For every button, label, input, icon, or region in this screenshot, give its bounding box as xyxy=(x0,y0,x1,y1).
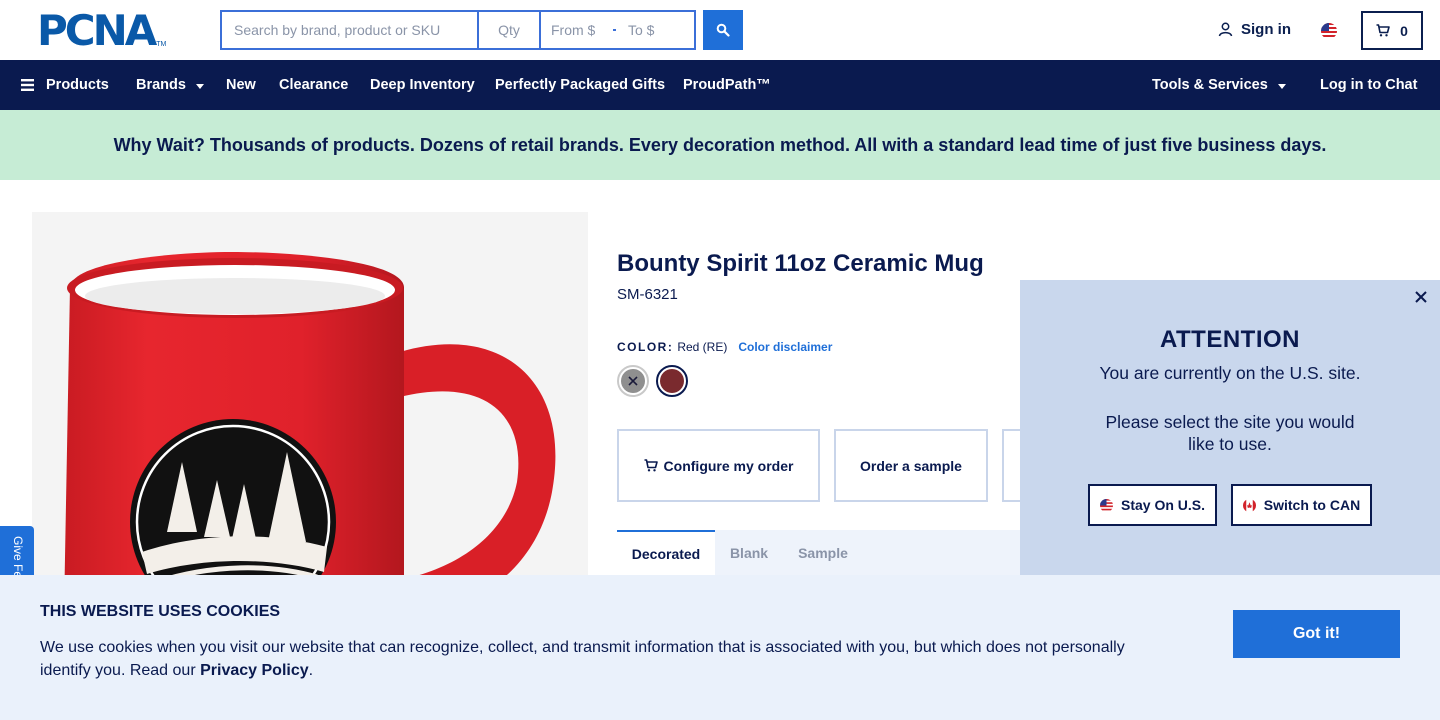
color-row: COLOR: Red (RE) Color disclaimer xyxy=(617,340,832,354)
nav-tools-label: Tools & Services xyxy=(1152,77,1268,93)
cookie-banner: THIS WEBSITE USES COOKIES We use cookies… xyxy=(0,575,1440,720)
swatch-gray-fill xyxy=(621,369,645,393)
tab-blank-label: Blank xyxy=(729,544,769,561)
page: PCNA TM Sign in xyxy=(0,0,1440,720)
close-icon xyxy=(1415,291,1427,303)
cart-icon xyxy=(644,459,658,472)
nav-brands[interactable]: Brands xyxy=(136,60,204,110)
product-title: Bounty Spirit 11oz Ceramic Mug xyxy=(617,250,984,277)
chevron-down-icon xyxy=(195,84,204,89)
cart-icon xyxy=(1376,24,1390,37)
nav-proudpath[interactable]: ProudPath™ xyxy=(683,60,771,110)
swatch-gray[interactable] xyxy=(617,365,649,397)
search-input[interactable] xyxy=(222,12,479,48)
nav-deep-inventory-label: Deep Inventory xyxy=(370,77,475,93)
us-flag-icon[interactable] xyxy=(1321,23,1337,39)
popup-current-site: You are currently on the U.S. site. xyxy=(1099,363,1361,383)
switch-can-button[interactable]: Switch to CAN xyxy=(1231,484,1372,526)
stay-us-button[interactable]: Stay On U.S. xyxy=(1088,484,1217,526)
nav-clearance-label: Clearance xyxy=(279,77,349,93)
nav-brands-label: Brands xyxy=(136,77,186,93)
configure-order-button[interactable]: Configure my order xyxy=(617,429,820,502)
tab-sample-label: Sample xyxy=(798,544,848,561)
tab-sample[interactable]: Sample xyxy=(783,530,863,575)
cookie-text: We use cookies when you visit our websit… xyxy=(40,636,1160,682)
color-label: COLOR: xyxy=(617,340,674,354)
range-dash xyxy=(613,29,616,31)
nav-gifts-label: Perfectly Packaged Gifts xyxy=(495,77,666,93)
order-sample-button[interactable]: Order a sample xyxy=(834,429,988,502)
chevron-down-icon xyxy=(1277,84,1286,89)
price-range xyxy=(541,12,694,48)
nav-deep-inventory[interactable]: Deep Inventory xyxy=(370,60,475,110)
canada-flag-icon xyxy=(1242,498,1256,512)
nav-new[interactable]: New xyxy=(226,60,256,110)
popup-title: ATTENTION xyxy=(1159,326,1301,353)
tab-decorated-label: Decorated xyxy=(631,545,701,562)
tab-decorated[interactable]: Decorated xyxy=(617,530,715,575)
tab-blank[interactable]: Blank xyxy=(715,530,783,575)
nav-new-label: New xyxy=(226,77,256,93)
swatch-red[interactable] xyxy=(656,365,688,397)
main-nav: Products Brands New Clearance Deep Inven… xyxy=(0,60,1440,110)
product-sku: SM-6321 xyxy=(617,286,678,303)
color-value: Red (RE) xyxy=(677,340,728,354)
cart-button[interactable]: 0 xyxy=(1361,11,1423,50)
cookie-title: THIS WEBSITE USES COOKIES xyxy=(40,603,281,620)
logo-text: PCNA xyxy=(37,6,157,55)
switch-can-label: Switch to CAN xyxy=(1263,497,1361,513)
close-icon xyxy=(628,376,638,386)
nav-tools-services[interactable]: Tools & Services xyxy=(1152,60,1286,110)
banner-text: Why Wait? Thousands of products. Dozens … xyxy=(113,134,1327,155)
nav-clearance[interactable]: Clearance xyxy=(279,60,348,110)
search-button[interactable] xyxy=(703,10,743,50)
nav-products[interactable]: Products xyxy=(21,60,109,110)
price-from-input[interactable] xyxy=(551,22,607,38)
qty-input[interactable] xyxy=(479,12,541,48)
logo-trademark: TM xyxy=(156,41,167,48)
nav-products-label: Products xyxy=(46,77,109,93)
pcna-logo[interactable]: PCNA TM xyxy=(37,6,167,55)
popup-instruction: Please select the site you would like to… xyxy=(1105,412,1355,454)
order-sample-label: Order a sample xyxy=(860,457,962,474)
promo-banner: Why Wait? Thousands of products. Dozens … xyxy=(0,110,1440,180)
user-icon xyxy=(1218,22,1233,37)
sign-in-link[interactable]: Sign in xyxy=(1218,21,1291,38)
menu-icon xyxy=(21,79,34,91)
configure-order-label: Configure my order xyxy=(663,457,794,474)
search-icon xyxy=(716,23,730,37)
cookie-period: . xyxy=(308,662,314,679)
cart-count: 0 xyxy=(1400,22,1408,39)
nav-chat-login[interactable]: Log in to Chat xyxy=(1320,60,1417,110)
us-flag-icon xyxy=(1099,498,1113,512)
swatch-red-fill xyxy=(660,369,684,393)
close-popup-button[interactable] xyxy=(1412,288,1430,306)
cookie-accept-button[interactable]: Got it! xyxy=(1233,610,1400,658)
search-bar xyxy=(220,10,696,50)
color-disclaimer-link[interactable]: Color disclaimer xyxy=(738,340,832,354)
sign-in-label: Sign in xyxy=(1241,21,1291,38)
header: PCNA TM Sign in xyxy=(0,0,1440,60)
cookie-accept-label: Got it! xyxy=(1292,625,1341,642)
nav-chat-label: Log in to Chat xyxy=(1320,77,1418,93)
stay-us-label: Stay On U.S. xyxy=(1120,497,1206,513)
price-to-input[interactable] xyxy=(628,22,684,38)
privacy-policy-link[interactable]: Privacy Policy xyxy=(200,662,309,679)
nav-gifts[interactable]: Perfectly Packaged Gifts xyxy=(495,60,665,110)
site-select-popup: ATTENTION You are currently on the U.S. … xyxy=(1020,280,1440,575)
nav-proudpath-label: ProudPath™ xyxy=(683,77,771,93)
